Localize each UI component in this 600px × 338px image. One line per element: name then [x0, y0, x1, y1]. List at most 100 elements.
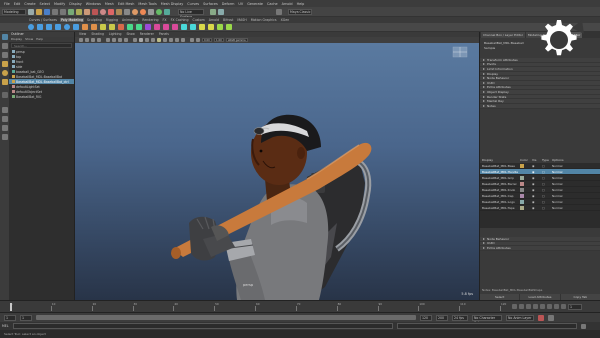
layer-color-swatch[interactable]	[520, 194, 524, 198]
history-icon[interactable]	[124, 8, 130, 15]
smooth-shade-icon[interactable]	[139, 38, 143, 42]
layer-type-icon[interactable]: ▢	[542, 205, 552, 212]
layer-color-swatch[interactable]	[520, 200, 524, 204]
shelf-tab[interactable]: Motion Graphics	[250, 18, 278, 22]
step-forward-key-icon[interactable]	[554, 304, 559, 309]
layer-row[interactable]: BaseballBat_MDL:Tape ◉ ▢ Normal	[480, 205, 600, 211]
shelf-tab[interactable]: FX	[162, 18, 168, 22]
snap-grid-icon[interactable]	[92, 8, 98, 15]
lights-icon[interactable]	[157, 38, 161, 42]
playback-start-field[interactable]: 1	[20, 314, 32, 321]
resolution-gate-icon[interactable]	[118, 38, 122, 42]
camera-icon[interactable]	[79, 38, 83, 42]
menu-item[interactable]: Surfaces	[203, 2, 218, 6]
workspace-dropdown[interactable]: Maya Classic	[288, 8, 312, 15]
motion-blur-icon[interactable]	[175, 38, 179, 42]
mirror-icon[interactable]	[145, 24, 151, 30]
gate-mask-icon[interactable]	[124, 38, 128, 42]
time-slider[interactable]: 1102030405060708090100110120 1	[0, 300, 600, 312]
view-cube-icon[interactable]	[452, 46, 468, 58]
menu-item[interactable]: UV	[238, 2, 243, 6]
expand-triangle-icon[interactable]	[483, 81, 485, 84]
lasso-tool-icon[interactable]	[1, 43, 8, 49]
ipr-icon[interactable]	[140, 8, 146, 15]
outliner-menu-item[interactable]: Display	[11, 37, 22, 42]
expand-triangle-icon[interactable]	[483, 67, 485, 70]
bevel-icon[interactable]	[172, 24, 178, 30]
poly-cube-icon[interactable]	[37, 24, 43, 30]
menu-item[interactable]: Select	[40, 2, 50, 6]
render-icon[interactable]	[132, 8, 138, 15]
target-weld-icon[interactable]	[208, 24, 214, 30]
menu-item[interactable]: Create	[24, 2, 35, 6]
shelf-tab[interactable]: MASH	[236, 18, 247, 22]
menu-item[interactable]: Help	[297, 2, 305, 6]
expand-triangle-icon[interactable]	[483, 63, 485, 66]
outliner-item[interactable]: BaseballBat_MDL:BaseballBat_ctrl	[9, 79, 74, 84]
outliner-menu-item[interactable]: Show	[25, 37, 33, 42]
auto-key-icon[interactable]	[538, 314, 544, 321]
expand-triangle-icon[interactable]	[483, 95, 485, 98]
poly-sphere-icon[interactable]	[28, 24, 34, 30]
go-to-end-icon[interactable]	[561, 304, 566, 309]
shelf-tab[interactable]: FX Caching	[170, 18, 190, 22]
expand-triangle-icon[interactable]	[483, 104, 485, 107]
symmetry-field[interactable]: No Live Surface	[178, 8, 204, 19]
command-input[interactable]	[12, 323, 393, 329]
open-scene-icon[interactable]	[36, 8, 42, 15]
current-frame-field[interactable]: 1	[568, 304, 582, 310]
layer-color-cell[interactable]	[520, 205, 532, 212]
go-to-start-icon[interactable]	[512, 304, 517, 309]
menu-item[interactable]: Arnold	[282, 2, 293, 6]
character-set-dropdown[interactable]: No Character Set	[472, 314, 502, 325]
shelf-tab[interactable]: Sculpting	[86, 18, 103, 22]
grid-icon[interactable]	[106, 38, 110, 42]
script-editor-icon[interactable]	[580, 323, 586, 329]
shelf-tab[interactable]: XGen	[280, 18, 291, 22]
outliner-menu-item[interactable]: Help	[36, 37, 43, 42]
menu-item[interactable]: Edit Mesh	[118, 2, 135, 6]
xray-icon[interactable]	[196, 38, 200, 42]
live-surface-icon[interactable]	[218, 8, 224, 15]
menu-item[interactable]: Display	[69, 2, 82, 6]
snap-point-icon[interactable]	[108, 8, 114, 15]
layer-color-swatch[interactable]	[520, 182, 524, 186]
boolean-icon[interactable]	[136, 24, 142, 30]
current-time-marker[interactable]	[10, 303, 12, 311]
expand-triangle-icon[interactable]	[483, 90, 485, 93]
camera-attr-icon[interactable]	[85, 38, 89, 42]
poly-disc-icon[interactable]	[82, 24, 88, 30]
hypershade-icon[interactable]	[156, 8, 162, 15]
extract-icon[interactable]	[118, 24, 124, 30]
layer-visibility-icon[interactable]: ◉	[532, 205, 542, 212]
shelf-tab[interactable]: Rigging	[105, 18, 119, 22]
menu-item[interactable]: Cache	[267, 2, 278, 6]
menu-item[interactable]: Edit	[14, 2, 21, 6]
exposure-field[interactable]: 0.00	[202, 38, 212, 42]
range-bar[interactable]	[36, 315, 416, 320]
layer-color-swatch[interactable]	[520, 176, 524, 180]
select-tool-icon[interactable]	[1, 34, 8, 40]
save-scene-icon[interactable]	[44, 8, 50, 15]
make-live-icon[interactable]	[210, 8, 216, 15]
menuset-dropdown[interactable]: Modeling	[2, 8, 26, 15]
menu-item[interactable]: Curves	[187, 2, 199, 6]
undo-icon[interactable]	[52, 8, 58, 15]
layout-two-icon[interactable]	[1, 125, 8, 131]
shadows-icon[interactable]	[163, 38, 167, 42]
play-back-icon[interactable]	[533, 304, 538, 309]
wireframe-icon[interactable]	[133, 38, 137, 42]
shelf-tab[interactable]: Rendering	[141, 18, 159, 22]
menu-item[interactable]: Generate	[247, 2, 263, 6]
ambient-occlusion-icon[interactable]	[169, 38, 173, 42]
outliner-item[interactable]: BaseballBat_RIG	[9, 94, 74, 99]
isolate-select-icon[interactable]	[190, 38, 194, 42]
anim-layer-dropdown[interactable]: No Anim Layer	[506, 314, 534, 321]
append-polygon-icon[interactable]	[190, 24, 196, 30]
snap-curve-icon[interactable]	[100, 8, 106, 15]
shelf-tab[interactable]: Curves / Surfaces	[28, 18, 58, 22]
image-plane-icon[interactable]	[97, 38, 101, 42]
colorspace-dropdown[interactable]: sRGB gamma	[226, 38, 248, 42]
start-frame-field[interactable]: 1	[4, 314, 16, 321]
uv-editor-icon[interactable]	[217, 24, 223, 30]
